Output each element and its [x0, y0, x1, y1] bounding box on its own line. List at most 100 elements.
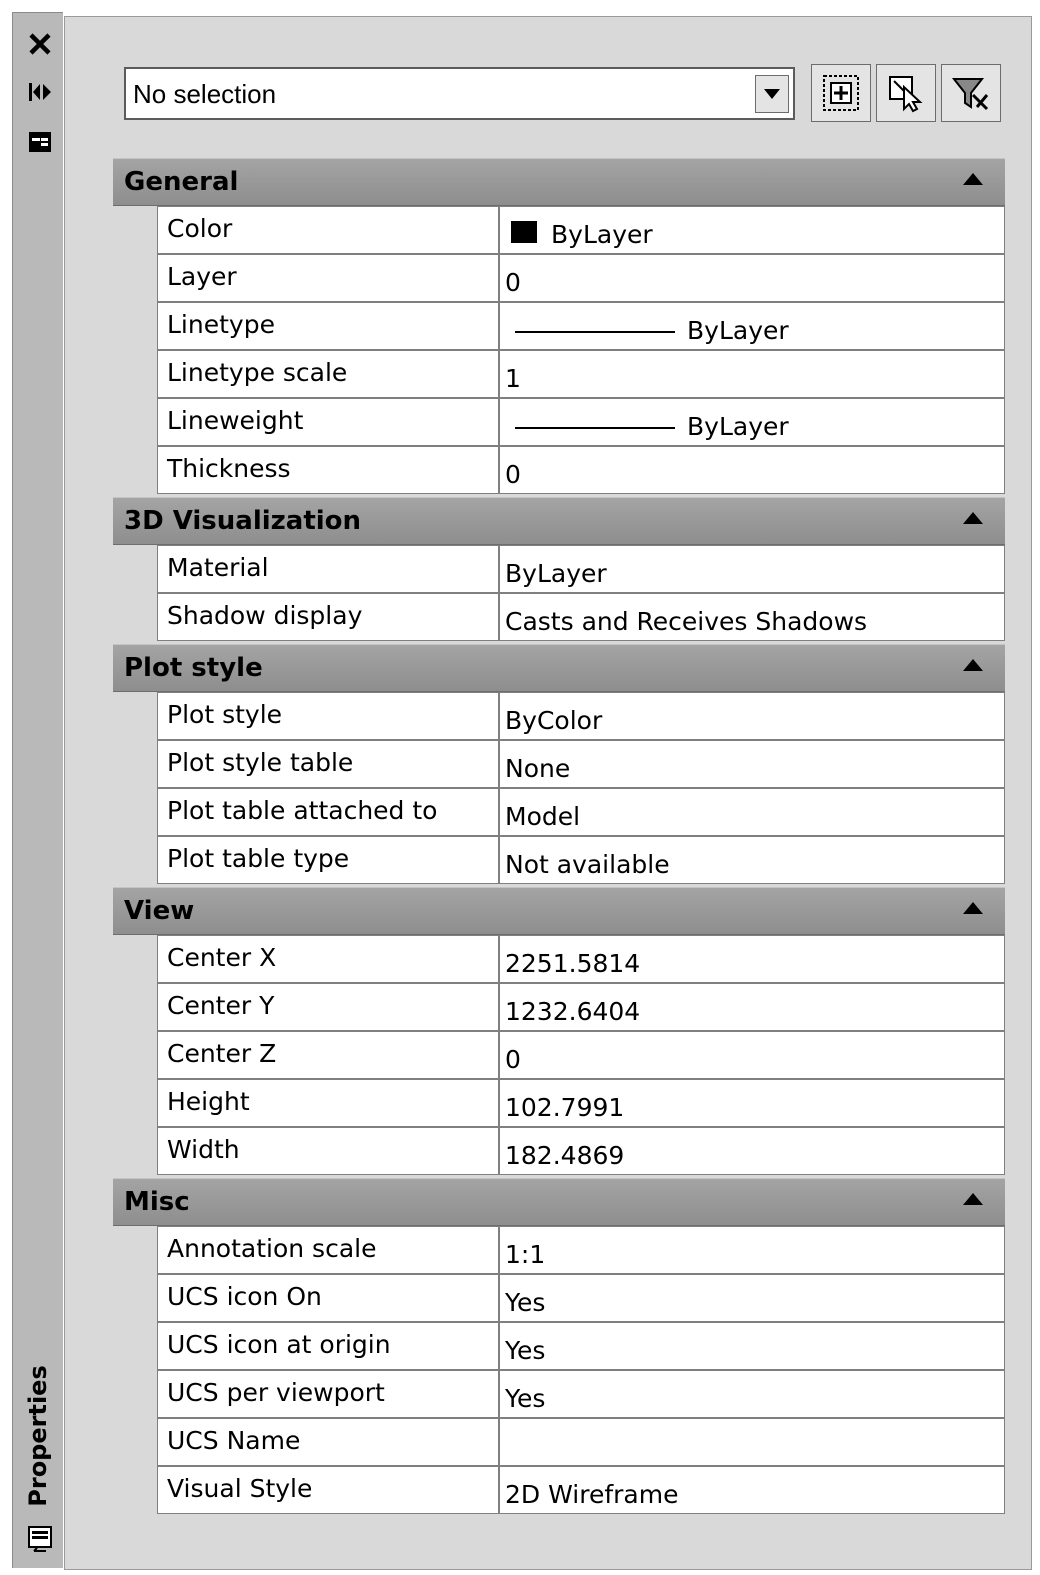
- section-header-misc[interactable]: Misc: [113, 1178, 1005, 1226]
- section-title: View: [124, 896, 195, 926]
- property-name: Linetype scale: [158, 351, 500, 397]
- property-value-text: ByColor: [505, 706, 603, 735]
- section-header-plot-style[interactable]: Plot style: [113, 644, 1005, 692]
- property-value[interactable]: 1232.6404: [500, 984, 1004, 1030]
- property-value: Not available: [500, 837, 1004, 883]
- property-row: UCS Name: [157, 1418, 1005, 1466]
- close-icon[interactable]: [27, 31, 53, 57]
- property-value-text: Yes: [505, 1288, 546, 1317]
- property-name: Lineweight: [158, 399, 500, 445]
- property-value[interactable]: None: [500, 741, 1004, 787]
- property-name: Color: [158, 207, 500, 253]
- property-value-text: 0: [505, 460, 521, 489]
- property-value-text: 102.7991: [505, 1093, 625, 1122]
- property-value[interactable]: [500, 1419, 1004, 1465]
- property-row: Center Y 1232.6404: [157, 983, 1005, 1031]
- property-value[interactable]: 2251.5814: [500, 936, 1004, 982]
- property-value-text: Yes: [505, 1336, 546, 1365]
- property-name: Plot style: [158, 693, 500, 739]
- property-row: Color ByLayer: [157, 206, 1005, 254]
- property-value-text: 0: [505, 1045, 521, 1074]
- property-value[interactable]: Yes: [500, 1371, 1004, 1417]
- palette-title: Properties: [24, 1364, 52, 1507]
- property-value[interactable]: 1:1: [500, 1227, 1004, 1273]
- property-row: Layer 0: [157, 254, 1005, 302]
- collapse-arrow-icon[interactable]: [963, 1193, 983, 1205]
- properties-menu-icon[interactable]: [27, 129, 53, 155]
- property-name: Visual Style: [158, 1467, 500, 1513]
- property-name: Annotation scale: [158, 1227, 500, 1273]
- property-name: UCS icon On: [158, 1275, 500, 1321]
- property-value[interactable]: ByLayer: [500, 399, 1004, 445]
- toggle-pickadd-button[interactable]: [811, 64, 871, 122]
- property-value-text: 1:1: [505, 1240, 546, 1269]
- property-row: Annotation scale 1:1: [157, 1226, 1005, 1274]
- collapse-arrow-icon[interactable]: [963, 902, 983, 914]
- toggle-pickadd-icon: [823, 75, 859, 111]
- property-value[interactable]: 2D Wireframe: [500, 1467, 1004, 1513]
- section-header-view[interactable]: View: [113, 887, 1005, 935]
- select-objects-icon: [889, 76, 923, 113]
- property-row: Center Z0: [157, 1031, 1005, 1079]
- property-name: Center X: [158, 936, 500, 982]
- auto-hide-icon[interactable]: [27, 79, 53, 105]
- property-name: Layer: [158, 255, 500, 301]
- line-sample-icon: [515, 331, 675, 333]
- collapse-arrow-icon[interactable]: [963, 173, 983, 185]
- property-value[interactable]: 0: [500, 447, 1004, 493]
- property-value-text: ByLayer: [505, 559, 607, 588]
- property-row: UCS icon at origin Yes: [157, 1322, 1005, 1370]
- property-row: Plot style ByColor: [157, 692, 1005, 740]
- properties-panel-icon[interactable]: [27, 1526, 53, 1553]
- object-type-value: No selection: [133, 79, 277, 109]
- quick-select-button[interactable]: [941, 64, 1001, 122]
- property-value[interactable]: 0: [500, 255, 1004, 301]
- collapse-arrow-icon[interactable]: [963, 512, 983, 524]
- property-value[interactable]: Yes: [500, 1275, 1004, 1321]
- property-value[interactable]: 182.4869: [500, 1128, 1004, 1174]
- color-swatch-icon: [511, 221, 537, 243]
- property-value[interactable]: 1: [500, 351, 1004, 397]
- chevron-down-icon[interactable]: [755, 75, 789, 113]
- property-value-text: 2251.5814: [505, 949, 641, 978]
- quick-select-icon: [951, 78, 989, 111]
- collapse-arrow-icon[interactable]: [963, 659, 983, 671]
- property-value[interactable]: Model: [500, 789, 1004, 835]
- property-name: UCS Name: [158, 1419, 500, 1465]
- section-header-general[interactable]: General: [113, 158, 1005, 206]
- property-row: Plot table attached to Model: [157, 788, 1005, 836]
- property-value[interactable]: ByLayer: [500, 546, 1004, 592]
- property-name: Width: [158, 1128, 500, 1174]
- property-value[interactable]: Casts and Receives Shadows: [500, 594, 1004, 640]
- property-row: Visual Style 2D Wireframe: [157, 1466, 1005, 1514]
- property-row: Width 182.4869: [157, 1127, 1005, 1175]
- property-value: ByColor: [500, 693, 1004, 739]
- property-name: Shadow display: [158, 594, 500, 640]
- property-row: Lineweight ByLayer: [157, 398, 1005, 446]
- select-objects-button[interactable]: [876, 64, 936, 122]
- section-header-3d-visualization[interactable]: 3D Visualization: [113, 497, 1005, 545]
- property-value[interactable]: ByLayer: [500, 303, 1004, 349]
- property-value[interactable]: 102.7991: [500, 1080, 1004, 1126]
- property-name: Linetype: [158, 303, 500, 349]
- property-value[interactable]: 0: [500, 1032, 1004, 1078]
- property-value-text: ByLayer: [687, 316, 789, 345]
- section-title: 3D Visualization: [124, 506, 362, 536]
- property-value-text: 1232.6404: [505, 997, 641, 1026]
- property-value-text: ByLayer: [687, 412, 789, 441]
- property-value-text: Not available: [505, 850, 670, 879]
- property-value-text: 0: [505, 268, 521, 297]
- section-title: Misc: [124, 1187, 190, 1217]
- property-name: Height: [158, 1080, 500, 1126]
- property-value-text: Yes: [505, 1384, 546, 1413]
- property-value-text: Model: [505, 802, 581, 831]
- property-row: Material ByLayer: [157, 545, 1005, 593]
- section-title: Plot style: [124, 653, 263, 683]
- property-value[interactable]: Yes: [500, 1323, 1004, 1369]
- property-row: UCS per viewport Yes: [157, 1370, 1005, 1418]
- property-value[interactable]: ByLayer: [500, 207, 1004, 253]
- property-name: UCS icon at origin: [158, 1323, 500, 1369]
- palette-title-strip: Properties: [12, 12, 63, 1568]
- object-type-dropdown[interactable]: No selection: [124, 67, 795, 120]
- property-row: Linetype ByLayer: [157, 302, 1005, 350]
